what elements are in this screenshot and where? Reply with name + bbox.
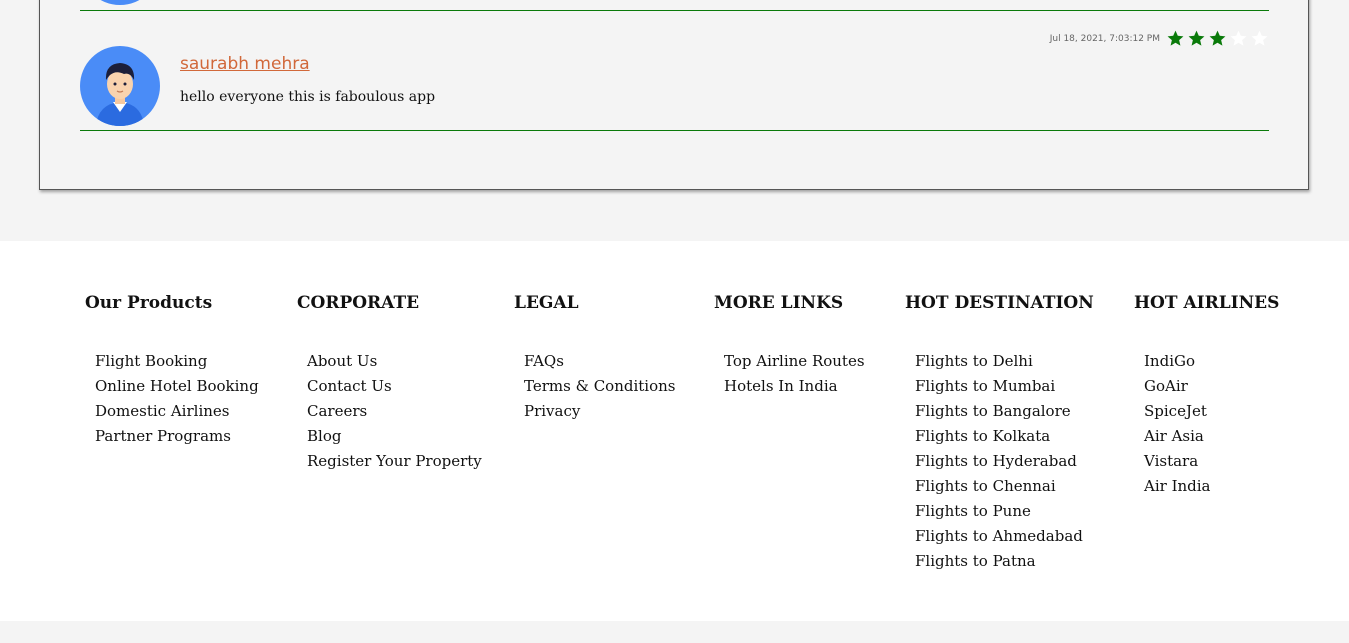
footer-column-title: HOT AIRLINES [1134,293,1280,313]
footer-column-title: MORE LINKS [714,293,844,313]
footer-link[interactable]: Terms & Conditions [524,374,675,399]
footer-link[interactable]: Register Your Property [307,449,482,474]
star-filled-icon [1167,30,1184,46]
reviewer-name-link[interactable]: saurabh mehra [180,54,310,74]
footer-link[interactable]: Flights to Patna [915,549,1083,574]
footer-column-legal: LEGAL FAQs Terms & Conditions Privacy [514,293,675,420]
footer-column-hot-airlines: HOT AIRLINES IndiGo GoAir SpiceJet Air Asia… [1134,293,1280,495]
footer-link-list: About Us Contact Us Careers Blog Register Yo… [307,349,482,474]
footer-link[interactable]: Flight Booking [95,349,259,374]
star-empty-icon [1251,30,1268,46]
star-rating [1166,29,1269,48]
footer-link[interactable]: Careers [307,399,482,424]
star-filled-icon [1209,30,1226,46]
footer-link[interactable]: Online Hotel Booking [95,374,259,399]
user-avatar-icon [96,63,144,126]
footer-link[interactable]: Air Asia [1144,424,1211,449]
footer-link[interactable]: Blog [307,424,482,449]
footer-column-corporate: CORPORATE About Us Contact Us Careers Blog R… [297,293,482,470]
footer-link[interactable]: Contact Us [307,374,482,399]
star-filled-icon [1188,30,1205,46]
review-timestamp: Jul 18, 2021, 7:03:12 PM [1049,34,1160,44]
footer-link[interactable]: GoAir [1144,374,1211,399]
user-avatar [80,46,160,126]
footer-link[interactable]: Vistara [1144,449,1211,474]
footer-column-more-links: MORE LINKS Top Airline Routes Hotels In I… [714,293,865,395]
footer-link[interactable]: Privacy [524,399,675,424]
footer-column-title: CORPORATE [297,293,420,313]
review-divider [80,10,1269,11]
footer-link[interactable]: Air India [1144,474,1211,499]
footer-column-title: HOT DESTINATION [905,293,1094,313]
page-bottom-band [0,621,1349,643]
star-empty-icon [1230,30,1247,46]
footer-column-hot-destination: HOT DESTINATION Flights to Delhi Flights … [905,293,1094,570]
footer-link[interactable]: Domestic Airlines [95,399,259,424]
footer-link[interactable]: IndiGo [1144,349,1211,374]
footer-column-title: Our Products [85,293,213,313]
footer-link[interactable]: Flights to Kolkata [915,424,1083,449]
footer-link[interactable]: Flights to Pune [915,499,1083,524]
site-footer: Our Products Flight Booking Online Hotel … [0,241,1349,621]
footer-link[interactable]: SpiceJet [1144,399,1211,424]
footer-link[interactable]: Hotels In India [724,374,865,399]
footer-column-title: LEGAL [514,293,579,313]
footer-link[interactable]: Top Airline Routes [724,349,865,374]
footer-link[interactable]: Flights to Ahmedabad [915,524,1083,549]
footer-link[interactable]: Flights to Hyderabad [915,449,1083,474]
footer-link-list: Flight Booking Online Hotel Booking Domest… [95,349,259,449]
footer-link-list: Top Airline Routes Hotels In India [724,349,865,399]
review-text: hello everyone this is faboulous app [180,89,436,105]
footer-link-list: FAQs Terms & Conditions Privacy [524,349,675,424]
footer-column-our-products: Our Products Flight Booking Online Hotel … [85,293,259,445]
footer-link[interactable]: About Us [307,349,482,374]
footer-link-list: IndiGo GoAir SpiceJet Air Asia Vistara Air In… [1144,349,1211,499]
footer-link[interactable]: Flights to Mumbai [915,374,1083,399]
footer-link[interactable]: Partner Programs [95,424,259,449]
review-divider [80,130,1269,131]
footer-link[interactable]: Flights to Delhi [915,349,1083,374]
footer-link-list: Flights to Delhi Flights to Mumbai Flights… [915,349,1083,574]
footer-link[interactable]: Flights to Bangalore [915,399,1083,424]
footer-link[interactable]: FAQs [524,349,675,374]
footer-link[interactable]: Flights to Chennai [915,474,1083,499]
